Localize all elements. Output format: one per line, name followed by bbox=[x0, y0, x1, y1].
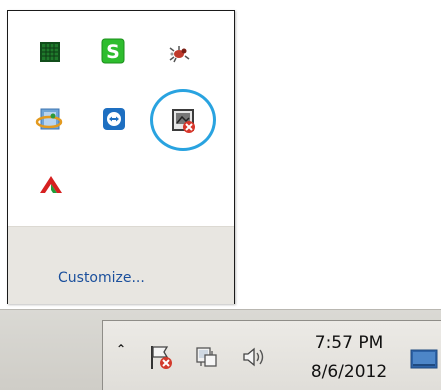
network-icon[interactable] bbox=[193, 343, 221, 371]
tray-icon-grid: S bbox=[8, 11, 234, 226]
taskbar: ⌃ 7:57 PM 8/6/2012 bbox=[0, 309, 441, 390]
show-hidden-icons-button[interactable]: ⌃ bbox=[111, 343, 131, 369]
customize-link[interactable]: Customize... bbox=[58, 270, 145, 286]
popup-footer: Customize... bbox=[8, 226, 234, 304]
chevron-up-icon: ⌃ bbox=[115, 342, 127, 356]
green-grid-app-icon[interactable] bbox=[37, 39, 63, 65]
teamviewer-icon[interactable] bbox=[101, 105, 127, 131]
red-arrow-app-icon[interactable] bbox=[37, 171, 63, 197]
notification-area: ⌃ 7:57 PM 8/6/2012 bbox=[102, 320, 441, 390]
clock-time: 7:57 PM bbox=[314, 333, 384, 353]
show-desktop-icon[interactable] bbox=[409, 347, 439, 371]
clock-date: 8/6/2012 bbox=[310, 362, 388, 382]
speaker-icon[interactable] bbox=[239, 343, 267, 371]
green-s-app-icon[interactable]: S bbox=[100, 37, 126, 64]
notification-overflow-popup: S Customize... bbox=[7, 10, 235, 304]
red-bug-app-icon[interactable] bbox=[166, 40, 192, 66]
taskbar-clock[interactable]: 7:57 PM 8/6/2012 bbox=[299, 331, 399, 385]
action-center-flag-icon[interactable] bbox=[147, 343, 175, 371]
highlight-circle bbox=[150, 89, 216, 151]
svg-text:S: S bbox=[106, 41, 120, 63]
internet-app-icon[interactable] bbox=[35, 106, 63, 132]
